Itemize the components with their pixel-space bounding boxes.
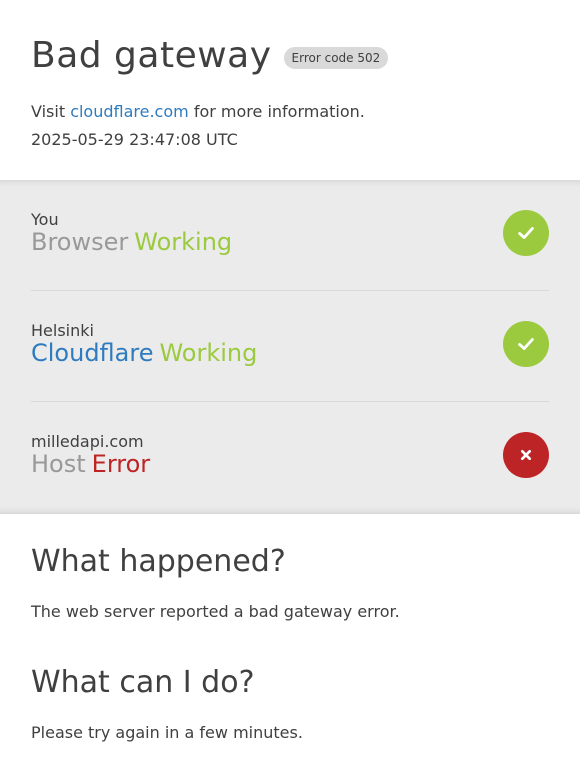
status-line: Browser Working bbox=[31, 228, 232, 256]
check-icon bbox=[503, 210, 549, 256]
what-can-i-do-section: What can I do? Please try again in a few… bbox=[31, 665, 549, 742]
status-location: Helsinki bbox=[31, 321, 94, 340]
what-happened-section: What happened? The web server reported a… bbox=[31, 544, 549, 621]
what-happened-text: The web server reported a bad gateway er… bbox=[31, 602, 400, 621]
what-can-i-do-text: Please try again in a few minutes. bbox=[31, 723, 303, 742]
status-value: Working bbox=[159, 339, 258, 367]
status-row-browser: You Browser Working bbox=[31, 180, 549, 291]
status-location: You bbox=[31, 210, 59, 229]
error-code-badge: Error code 502 bbox=[283, 46, 389, 69]
page-title: Bad gateway bbox=[31, 35, 272, 76]
status-name: Host bbox=[31, 450, 86, 478]
status-row-cloudflare: Helsinki Cloudflare Working bbox=[31, 291, 549, 402]
status-panel: You Browser Working Helsinki Cloudflare Wo… bbox=[0, 180, 580, 514]
timestamp: 2025-05-29 23:47:08 UTC bbox=[31, 130, 238, 149]
status-name: Browser bbox=[31, 228, 129, 256]
what-happened-heading: What happened? bbox=[31, 544, 286, 579]
status-row-host: milledapi.com Host Error bbox=[31, 402, 549, 513]
info-content: What happened? The web server reported a… bbox=[0, 514, 580, 742]
status-location: milledapi.com bbox=[31, 432, 144, 451]
error-header: Bad gateway Error code 502 Visit cloudfl… bbox=[0, 0, 580, 180]
x-icon bbox=[503, 432, 549, 478]
status-value: Error bbox=[91, 450, 151, 478]
status-line: Cloudflare Working bbox=[31, 339, 257, 367]
what-can-i-do-heading: What can I do? bbox=[31, 665, 255, 700]
check-icon bbox=[503, 321, 549, 367]
visit-line: Visit cloudflare.com for more informatio… bbox=[31, 102, 549, 121]
status-value: Working bbox=[134, 228, 233, 256]
visit-suffix: for more information. bbox=[193, 102, 365, 121]
status-name: Cloudflare bbox=[31, 339, 154, 367]
cloudflare-link[interactable]: cloudflare.com bbox=[70, 102, 189, 121]
status-line: Host Error bbox=[31, 450, 150, 478]
visit-prefix: Visit bbox=[31, 102, 66, 121]
title-row: Bad gateway Error code 502 bbox=[31, 35, 549, 76]
